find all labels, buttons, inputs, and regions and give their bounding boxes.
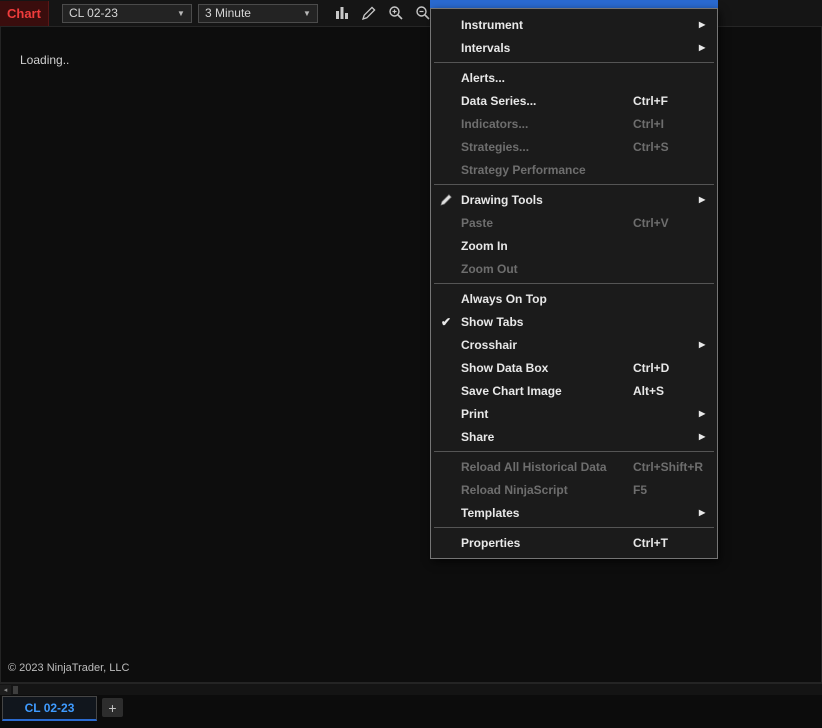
chevron-down-icon: ▼ bbox=[303, 8, 311, 18]
menu-item-shortcut: Ctrl+T bbox=[633, 535, 669, 550]
menu-item-label: Always On Top bbox=[461, 291, 547, 306]
menu-item-shortcut: Ctrl+I bbox=[633, 116, 665, 131]
menu-item-zoom-out: Zoom Out bbox=[431, 257, 717, 280]
tab-bar: CL 02-23 + bbox=[0, 695, 822, 728]
menu-item-share[interactable]: Share ▶ bbox=[431, 425, 717, 448]
submenu-arrow-icon: ▶ bbox=[699, 432, 706, 441]
menu-item-data-series[interactable]: Data Series... Ctrl+F bbox=[431, 89, 717, 112]
menu-item-templates[interactable]: Templates ▶ bbox=[431, 501, 717, 524]
menu-item-shortcut: Ctrl+V bbox=[633, 215, 669, 230]
horizontal-scrollbar[interactable]: ◂ bbox=[0, 683, 822, 695]
menu-item-shortcut: Ctrl+Shift+R bbox=[633, 459, 704, 474]
menu-item-label: Intervals bbox=[461, 40, 511, 55]
scroll-left-button[interactable]: ◂ bbox=[0, 684, 11, 695]
loading-text: Loading.. bbox=[20, 53, 70, 67]
menu-item-zoom-in[interactable]: Zoom In bbox=[431, 234, 717, 257]
copyright-text: © 2023 NinjaTrader, LLC bbox=[8, 662, 130, 674]
menu-item-instrument[interactable]: Instrument ▶ bbox=[431, 13, 717, 36]
menu-item-label: Instrument bbox=[461, 17, 524, 32]
zoom-in-icon[interactable] bbox=[388, 5, 404, 21]
submenu-arrow-icon: ▶ bbox=[699, 409, 706, 418]
menu-item-label: Data Series... bbox=[461, 93, 537, 108]
submenu-arrow-icon: ▶ bbox=[699, 340, 706, 349]
chart-window-label[interactable]: Chart bbox=[0, 0, 49, 26]
menu-item-label: Show Data Box bbox=[461, 360, 549, 375]
menu-item-save-chart-image[interactable]: Save Chart Image Alt+S bbox=[431, 379, 717, 402]
menu-item-always-on-top[interactable]: Always On Top bbox=[431, 287, 717, 310]
zoom-out-icon[interactable] bbox=[415, 5, 431, 21]
submenu-arrow-icon: ▶ bbox=[699, 43, 706, 52]
checkmark-icon: ✔ bbox=[440, 314, 452, 329]
chevron-down-icon: ▼ bbox=[177, 8, 185, 18]
menu-item-strategies: Strategies... Ctrl+S bbox=[431, 135, 717, 158]
menu-separator bbox=[434, 184, 714, 185]
menu-item-label: Reload All Historical Data bbox=[461, 459, 607, 474]
scrollbar-thumb[interactable] bbox=[13, 685, 18, 694]
instrument-value: CL 02-23 bbox=[68, 6, 118, 20]
menu-item-label: Crosshair bbox=[461, 337, 518, 352]
menu-item-label: Share bbox=[461, 429, 495, 444]
add-tab-button[interactable]: + bbox=[102, 698, 123, 717]
menu-item-label: Show Tabs bbox=[461, 314, 524, 329]
tab-label: CL 02-23 bbox=[24, 701, 75, 715]
menu-separator bbox=[434, 62, 714, 63]
interval-dropdown[interactable]: 3 Minute ▼ bbox=[197, 3, 318, 23]
menu-item-label: Zoom Out bbox=[461, 261, 518, 276]
instrument-dropdown[interactable]: CL 02-23 ▼ bbox=[61, 3, 192, 23]
menu-item-label: Print bbox=[461, 406, 489, 421]
submenu-arrow-icon: ▶ bbox=[699, 508, 706, 517]
menu-item-label: Alerts... bbox=[461, 70, 506, 85]
menu-separator bbox=[434, 527, 714, 528]
menu-item-label: Save Chart Image bbox=[461, 383, 562, 398]
menu-item-label: Templates bbox=[461, 505, 520, 520]
menu-item-label: Strategies... bbox=[461, 139, 530, 154]
menu-separator bbox=[434, 451, 714, 452]
menu-item-shortcut: Ctrl+S bbox=[633, 139, 669, 154]
menu-item-label: Indicators... bbox=[461, 116, 529, 131]
menu-item-shortcut: Ctrl+F bbox=[633, 93, 669, 108]
menu-item-print[interactable]: Print ▶ bbox=[431, 402, 717, 425]
window-top-accent bbox=[430, 0, 718, 8]
menu-item-label: Zoom In bbox=[461, 238, 508, 253]
interval-value: 3 Minute bbox=[204, 6, 251, 20]
menu-item-show-tabs[interactable]: ✔ Show Tabs bbox=[431, 310, 717, 333]
menu-item-drawing-tools[interactable]: Drawing Tools ▶ bbox=[431, 188, 717, 211]
menu-item-label: Reload NinjaScript bbox=[461, 482, 568, 497]
menu-item-reload-ninjascript: Reload NinjaScript F5 bbox=[431, 478, 717, 501]
menu-item-properties[interactable]: Properties Ctrl+T bbox=[431, 531, 717, 554]
menu-item-crosshair[interactable]: Crosshair ▶ bbox=[431, 333, 717, 356]
chart-context-menu: Instrument ▶ Intervals ▶ Alerts... Data Serie… bbox=[430, 8, 718, 559]
chart-style-icon[interactable] bbox=[334, 5, 350, 21]
menu-item-shortcut: Alt+S bbox=[633, 383, 665, 398]
menu-item-label: Properties bbox=[461, 535, 521, 550]
menu-separator bbox=[434, 283, 714, 284]
menu-item-shortcut: F5 bbox=[633, 482, 648, 497]
menu-item-reload-all-historical-data: Reload All Historical Data Ctrl+Shift+R bbox=[431, 455, 717, 478]
pencil-icon bbox=[431, 192, 461, 207]
menu-item-intervals[interactable]: Intervals ▶ bbox=[431, 36, 717, 59]
toolbar-icons bbox=[334, 5, 442, 21]
tab-cl-02-23[interactable]: CL 02-23 bbox=[2, 696, 97, 721]
drawing-tools-icon[interactable] bbox=[361, 5, 377, 21]
menu-item-indicators: Indicators... Ctrl+I bbox=[431, 112, 717, 135]
menu-item-shortcut: Ctrl+D bbox=[633, 360, 670, 375]
menu-item-paste: Paste Ctrl+V bbox=[431, 211, 717, 234]
menu-item-alerts[interactable]: Alerts... bbox=[431, 66, 717, 89]
menu-item-label: Strategy Performance bbox=[461, 162, 586, 177]
submenu-arrow-icon: ▶ bbox=[699, 20, 706, 29]
menu-item-show-data-box[interactable]: Show Data Box Ctrl+D bbox=[431, 356, 717, 379]
menu-item-strategy-performance: Strategy Performance bbox=[431, 158, 717, 181]
menu-item-label: Drawing Tools bbox=[461, 192, 543, 207]
submenu-arrow-icon: ▶ bbox=[699, 195, 706, 204]
menu-item-label: Paste bbox=[461, 215, 494, 230]
